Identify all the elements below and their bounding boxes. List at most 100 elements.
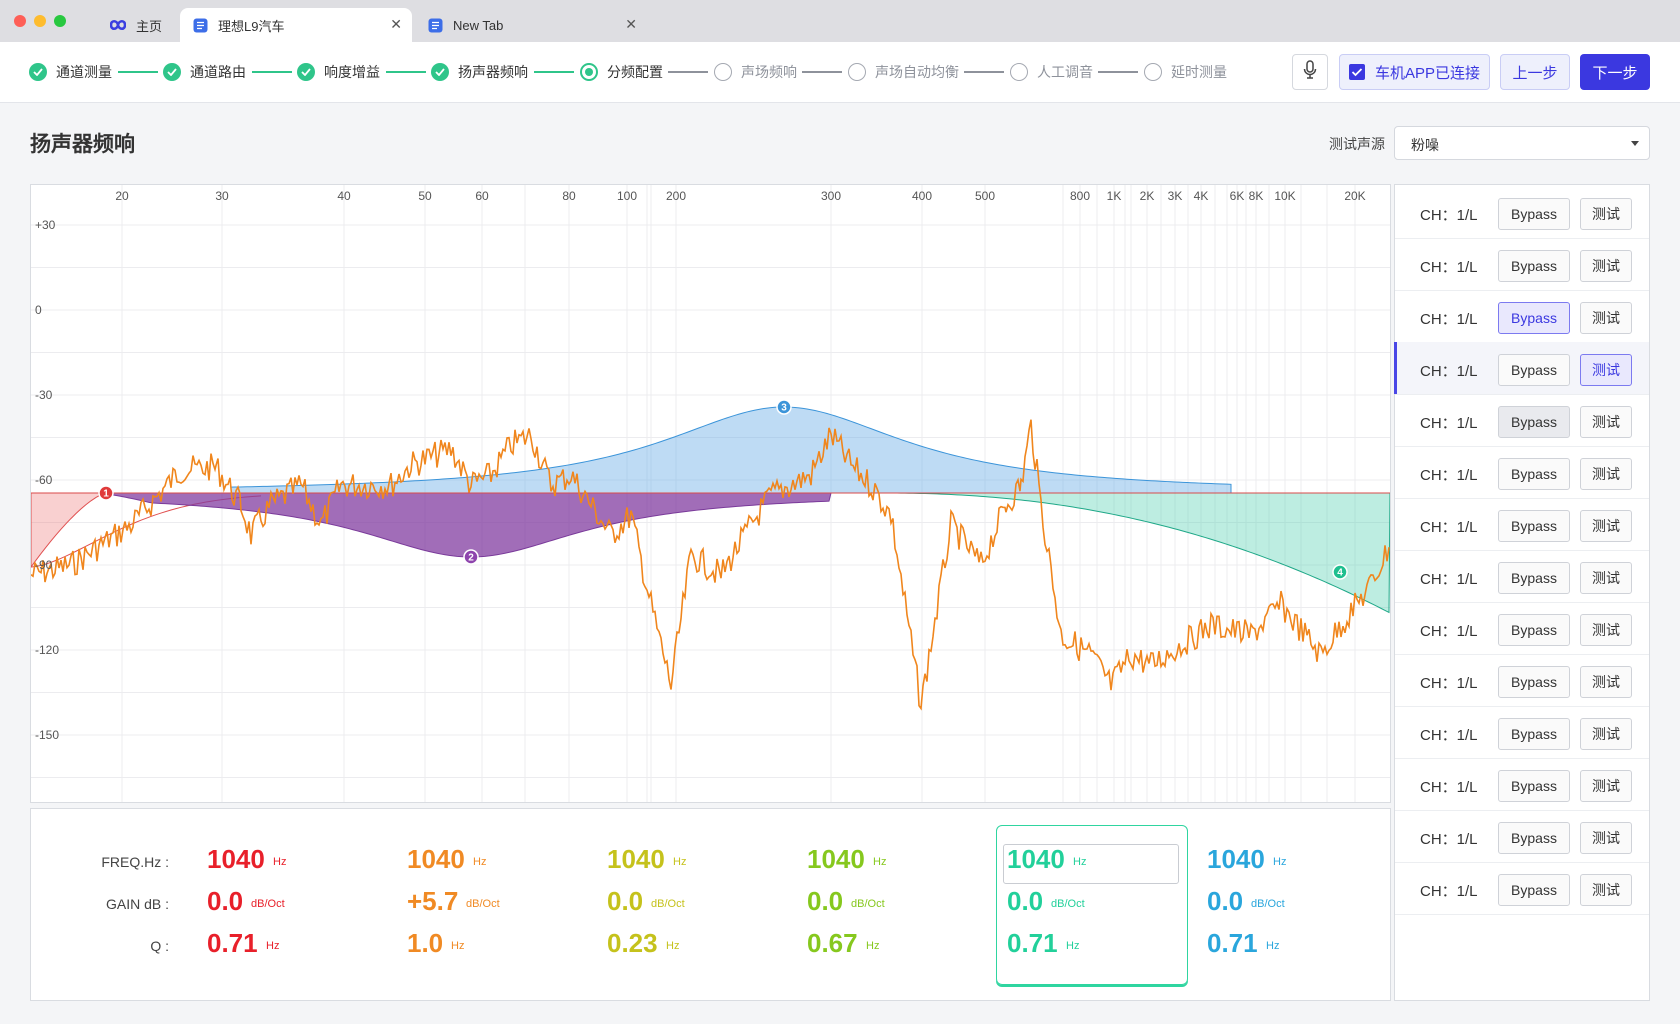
test-button[interactable]: 测试 bbox=[1580, 250, 1632, 282]
filter-2-area bbox=[100, 492, 832, 558]
x-tick-label: 200 bbox=[666, 189, 686, 203]
home-logo-icon bbox=[110, 17, 126, 33]
step-channel-route[interactable]: 通道路由 bbox=[163, 42, 246, 102]
channel-row[interactable]: CH：1/L Bypass 测试 bbox=[1395, 446, 1649, 499]
filter-q-value: 0.71 bbox=[1007, 928, 1058, 958]
close-window-button[interactable] bbox=[14, 15, 26, 27]
bypass-button[interactable]: Bypass bbox=[1498, 770, 1570, 802]
channel-label: CH：1/L bbox=[1420, 623, 1478, 640]
channel-label: CH：1/L bbox=[1420, 363, 1478, 380]
channel-row[interactable]: CH：1/L Bypass 测试 bbox=[1395, 238, 1649, 291]
channel-row[interactable]: CH：1/L Bypass 测试 bbox=[1395, 290, 1649, 343]
maximize-window-button[interactable] bbox=[54, 15, 66, 27]
test-button[interactable]: 测试 bbox=[1580, 614, 1632, 646]
source-select[interactable]: 粉噪 bbox=[1394, 126, 1650, 160]
freq-label: FREQ.Hz : bbox=[101, 854, 169, 870]
filter-q-unit: Hz bbox=[1266, 940, 1280, 952]
test-button[interactable]: 测试 bbox=[1580, 198, 1632, 230]
prev-step-button[interactable]: 上一步 bbox=[1500, 54, 1570, 90]
frequency-response-chart[interactable]: 1 2 3 4 20 30 40 50 60 80 100 200 300 400 500 800 1K 2K 3… bbox=[30, 184, 1391, 803]
microphone-icon bbox=[1303, 60, 1317, 84]
bypass-button[interactable]: Bypass bbox=[1498, 666, 1570, 698]
channel-label: CH：1/L bbox=[1420, 779, 1478, 796]
microphone-button[interactable] bbox=[1292, 54, 1328, 90]
step-connector bbox=[802, 71, 842, 73]
bypass-button[interactable]: Bypass bbox=[1498, 406, 1570, 438]
filter-point-label: 1 bbox=[103, 489, 109, 500]
channel-row[interactable]: CH：1/L Bypass 测试 bbox=[1395, 862, 1649, 915]
channel-row[interactable]: CH：1/L Bypass 测试 bbox=[1395, 706, 1649, 759]
channel-row[interactable]: CH：1/L Bypass 测试 bbox=[1395, 394, 1649, 447]
filter-freq-value: 1040 bbox=[607, 844, 665, 874]
test-button[interactable]: 测试 bbox=[1580, 354, 1632, 386]
y-tick-label: -120 bbox=[35, 643, 59, 657]
filter-gain-value: +5.7 bbox=[407, 886, 459, 916]
test-button[interactable]: 测试 bbox=[1580, 406, 1632, 438]
step-crossover[interactable]: 分频配置 bbox=[580, 42, 663, 102]
step-field-response[interactable]: 声场频响 bbox=[714, 42, 797, 102]
channel-row[interactable]: CH：1/L Bypass 测试 bbox=[1395, 186, 1649, 239]
step-channel-measure[interactable]: 通道测量 bbox=[29, 42, 112, 102]
bypass-button[interactable]: Bypass bbox=[1498, 198, 1570, 230]
test-button[interactable]: 测试 bbox=[1580, 510, 1632, 542]
step-auto-eq[interactable]: 声场自动均衡 bbox=[848, 42, 959, 102]
bypass-button[interactable]: Bypass bbox=[1498, 458, 1570, 490]
bypass-button[interactable]: Bypass bbox=[1498, 562, 1570, 594]
bypass-button[interactable]: Bypass bbox=[1498, 510, 1570, 542]
y-tick-label: -90 bbox=[35, 558, 53, 572]
channel-row[interactable]: CH：1/L Bypass 测试 bbox=[1395, 810, 1649, 863]
filter-gain-unit: dB/Oct bbox=[851, 898, 885, 910]
x-tick-label: 20 bbox=[115, 189, 129, 203]
step-loudness-gain[interactable]: 响度增益 bbox=[297, 42, 380, 102]
x-tick-label: 1K bbox=[1107, 189, 1122, 203]
test-button[interactable]: 测试 bbox=[1580, 458, 1632, 490]
filter-gain-value: 0.0 bbox=[607, 886, 644, 916]
channel-row[interactable]: CH：1/L Bypass 测试 bbox=[1395, 498, 1649, 551]
channel-list: CH：1/L Bypass 测试 CH：1/L Bypass 测试 CH：1/L… bbox=[1394, 184, 1650, 1001]
tab-close-icon[interactable]: ✕ bbox=[390, 16, 402, 33]
check-icon bbox=[29, 63, 47, 81]
chart-canvas[interactable]: 1 2 3 4 20 30 40 50 60 80 100 200 300 400 500 800 1K 2K 3… bbox=[30, 185, 1391, 802]
test-button[interactable]: 测试 bbox=[1580, 302, 1632, 334]
bypass-button[interactable]: Bypass bbox=[1498, 718, 1570, 750]
test-button[interactable]: 测试 bbox=[1580, 718, 1632, 750]
x-tick-label: 30 bbox=[215, 189, 229, 203]
test-button[interactable]: 测试 bbox=[1580, 770, 1632, 802]
bypass-button[interactable]: Bypass bbox=[1498, 250, 1570, 282]
filter-gain-value: 0.0 bbox=[207, 886, 244, 916]
test-button[interactable]: 测试 bbox=[1580, 666, 1632, 698]
tab-home[interactable]: 主页 bbox=[98, 8, 184, 42]
channel-row[interactable]: CH：1/L Bypass 测试 bbox=[1394, 342, 1649, 395]
tab-new[interactable]: New Tab ✕ bbox=[415, 8, 647, 42]
bypass-button[interactable]: Bypass bbox=[1498, 614, 1570, 646]
document-icon bbox=[427, 17, 443, 33]
test-button[interactable]: 测试 bbox=[1580, 874, 1632, 906]
step-delay-measure[interactable]: 延时测量 bbox=[1144, 42, 1227, 102]
bypass-button[interactable]: Bypass bbox=[1498, 822, 1570, 854]
bypass-button[interactable]: Bypass bbox=[1498, 302, 1570, 334]
bypass-button[interactable]: Bypass bbox=[1498, 874, 1570, 906]
car-app-connected-checkbox[interactable]: 车机APP已连接 bbox=[1339, 54, 1490, 90]
filter-point-label: 4 bbox=[1337, 568, 1343, 579]
channel-row[interactable]: CH：1/L Bypass 测试 bbox=[1395, 550, 1649, 603]
test-button[interactable]: 测试 bbox=[1580, 822, 1632, 854]
check-icon bbox=[297, 63, 315, 81]
page-title: 扬声器频响 bbox=[30, 133, 135, 156]
checkbox-checked-icon bbox=[1348, 64, 1365, 80]
tab-close-icon[interactable]: ✕ bbox=[625, 16, 637, 33]
x-tick-label: 500 bbox=[975, 189, 995, 203]
next-step-button[interactable]: 下一步 bbox=[1580, 54, 1650, 90]
channel-row[interactable]: CH：1/L Bypass 测试 bbox=[1395, 758, 1649, 811]
x-tick-label: 60 bbox=[475, 189, 489, 203]
filter-freq-unit: Hz bbox=[473, 856, 487, 868]
channel-row[interactable]: CH：1/L Bypass 测试 bbox=[1395, 654, 1649, 707]
channel-label: CH：1/L bbox=[1420, 311, 1478, 328]
minimize-window-button[interactable] bbox=[34, 15, 46, 27]
step-manual-tuning[interactable]: 人工调音 bbox=[1010, 42, 1093, 102]
channel-row[interactable]: CH：1/L Bypass 测试 bbox=[1395, 602, 1649, 655]
bypass-button[interactable]: Bypass bbox=[1498, 354, 1570, 386]
test-button[interactable]: 测试 bbox=[1580, 562, 1632, 594]
tab-li-auto[interactable]: 理想L9汽车 ✕ bbox=[180, 8, 412, 42]
filter-freq-value[interactable]: 1040 bbox=[1007, 844, 1065, 875]
step-speaker-response[interactable]: 扬声器频响 bbox=[431, 42, 528, 102]
